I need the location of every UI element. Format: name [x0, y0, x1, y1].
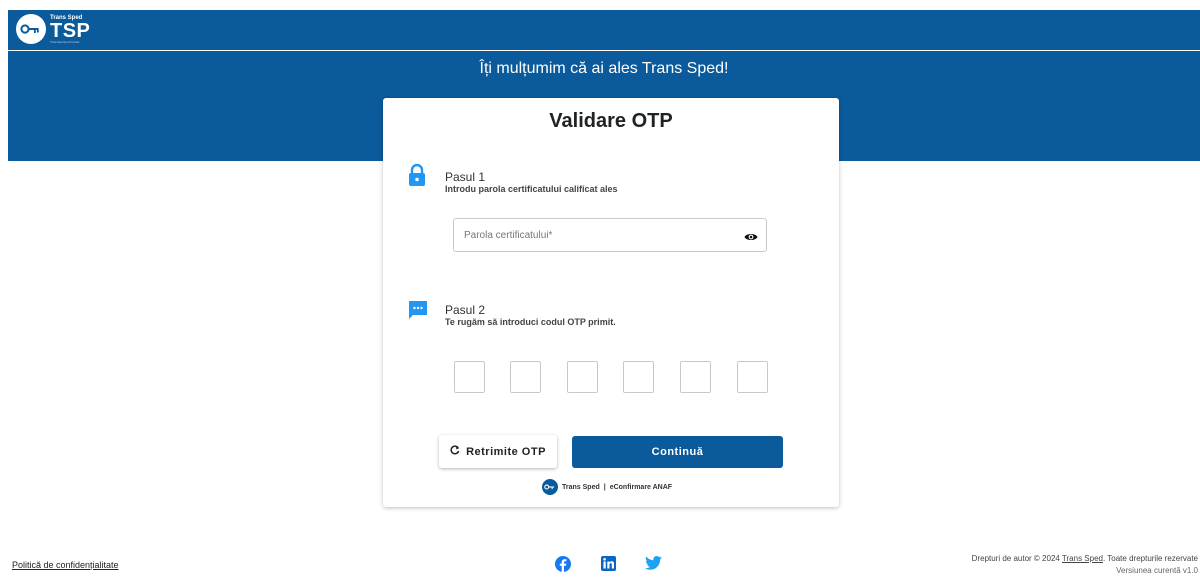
card-title: Validare OTP	[549, 110, 673, 132]
hero-title: Îți mulțumim că ai ales Trans Sped!	[479, 60, 729, 77]
otp-card: Validare OTP Pasul 1 Introdu parola cert…	[383, 98, 839, 507]
top-bar: Trans Sped TSP Trust Service Provider	[8, 10, 1200, 50]
step2-title: Pasul 2	[445, 303, 486, 317]
key-icon	[542, 479, 558, 495]
logo[interactable]: Trans Sped TSP Trust Service Provider	[16, 14, 90, 44]
step1-title: Pasul 1	[445, 170, 486, 184]
linkedin-icon[interactable]	[601, 556, 616, 576]
card-footer-brand: Trans Sped | eConfirmare ANAF	[542, 479, 672, 495]
otp-digit-2[interactable]	[510, 361, 541, 393]
footer-brand-text: Trans Sped	[562, 483, 600, 491]
footer-service-text: eConfirmare ANAF	[609, 483, 673, 491]
copyright-link[interactable]: Trans Sped	[1062, 554, 1103, 563]
resend-otp-label: Retrimite OTP	[466, 445, 546, 458]
privacy-policy-link[interactable]: Politică de confidențialitate	[12, 560, 119, 570]
logo-big-text: TSP	[50, 19, 91, 42]
chat-icon	[407, 299, 429, 326]
step2-subtitle: Te rugăm să introduci codul OTP primit.	[445, 317, 616, 327]
lock-icon	[408, 163, 426, 191]
step1-subtitle: Introdu parola certificatului calificat …	[445, 184, 618, 194]
facebook-icon[interactable]	[555, 556, 571, 577]
key-icon	[16, 14, 46, 44]
copyright-text: Drepturi de autor © 2024 Trans Sped. Toa…	[972, 554, 1198, 563]
continue-button[interactable]: Continuă	[572, 436, 783, 468]
otp-digit-5[interactable]	[680, 361, 711, 393]
otp-digit-4[interactable]	[623, 361, 654, 393]
resend-otp-button[interactable]: Retrimite OTP	[439, 435, 557, 468]
eye-icon[interactable]	[744, 229, 758, 247]
otp-digit-3[interactable]	[567, 361, 598, 393]
otp-digit-1[interactable]	[454, 361, 485, 393]
copyright-suffix: . Toate drepturile rezervate	[1102, 554, 1198, 563]
twitter-icon[interactable]	[645, 556, 662, 575]
logo-tiny-text: Trust Service Provider	[50, 39, 80, 44]
version-text: Versiunea curentă v1.0	[1116, 566, 1198, 575]
otp-digit-6[interactable]	[737, 361, 768, 393]
password-field	[453, 218, 767, 252]
copyright-prefix: Drepturi de autor © 2024	[971, 554, 1060, 563]
footer-separator: |	[603, 483, 606, 491]
refresh-icon	[450, 445, 460, 458]
password-input[interactable]	[455, 220, 734, 250]
